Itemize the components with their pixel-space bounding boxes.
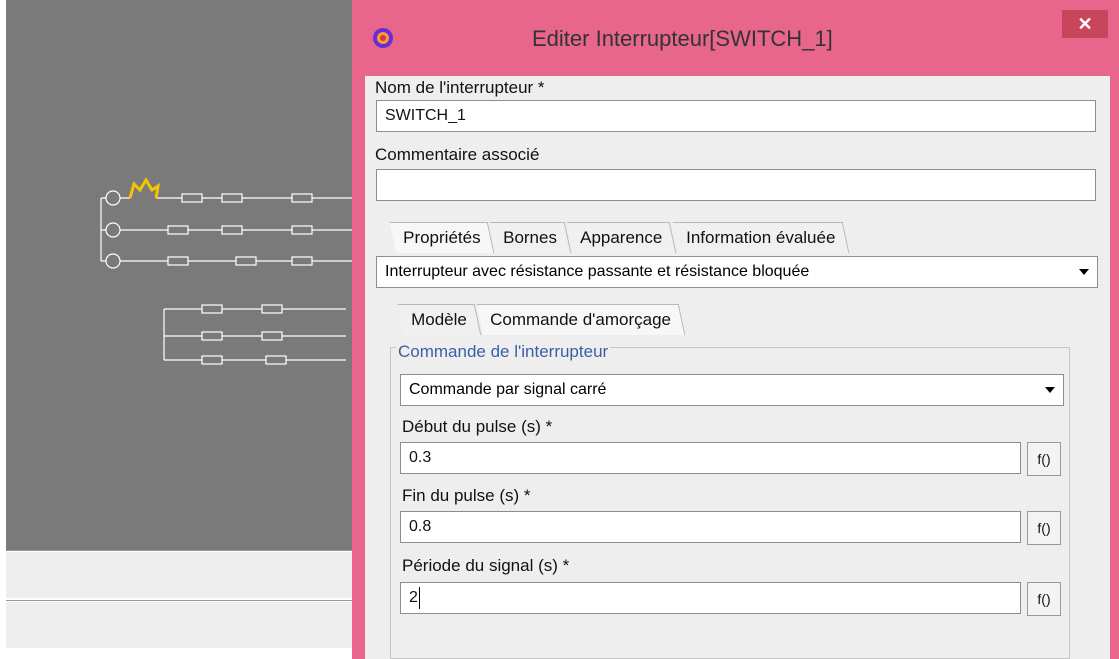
command-group-title: Commande de l'interrupteur	[396, 342, 611, 362]
tab-proprietes[interactable]: Propriétés	[389, 222, 495, 253]
tab-modele[interactable]: Modèle	[397, 304, 482, 335]
tab-bornes[interactable]: Bornes	[490, 222, 572, 253]
pulse-start-value: 0.3	[409, 449, 432, 466]
pulse-start-input[interactable]: 0.3	[400, 442, 1021, 474]
chevron-down-icon	[1079, 269, 1089, 275]
voltage-source-icon	[105, 190, 121, 206]
voltage-source-icon	[105, 222, 121, 238]
dialog-title: Editer Interrupteur[SWITCH_1]	[532, 26, 833, 51]
name-value: SWITCH_1	[385, 107, 466, 124]
tab-commande-amorcage[interactable]: Commande d'amorçage	[476, 304, 685, 335]
text-cursor	[418, 587, 420, 609]
switch-type-select[interactable]: Interrupteur avec résistance passante et…	[376, 256, 1098, 288]
pulse-start-label: Début du pulse (s) *	[402, 417, 553, 436]
circuit-canvas[interactable]	[6, 0, 352, 550]
comment-input[interactable]	[376, 169, 1096, 201]
edit-switch-dialog: Editer Interrupteur[SWITCH_1] ✕ Nom de l…	[352, 0, 1119, 659]
command-type-value: Commande par signal carré	[409, 381, 607, 398]
tab-apparence[interactable]: Apparence	[567, 222, 677, 253]
switch-highlight-icon	[128, 177, 161, 199]
voltage-source-icon	[105, 253, 121, 269]
switch-type-value: Interrupteur avec résistance passante et…	[385, 263, 810, 280]
circuit-diagram	[100, 177, 352, 365]
name-input[interactable]: SWITCH_1	[376, 100, 1096, 132]
name-label: Nom de l'interrupteur *	[375, 78, 545, 97]
tab-information-evaluee[interactable]: Information évaluée	[672, 222, 850, 253]
close-icon: ✕	[1077, 14, 1093, 34]
divider	[6, 600, 352, 601]
sub-tabs: Modèle Commande d'amorçage	[397, 304, 685, 335]
period-label: Période du signal (s) *	[402, 556, 570, 575]
pulse-start-function-button[interactable]: f()	[1027, 442, 1061, 476]
period-value: 2	[409, 589, 418, 606]
period-function-button[interactable]: f()	[1027, 582, 1061, 616]
command-type-select[interactable]: Commande par signal carré	[400, 374, 1064, 406]
divider	[6, 550, 352, 551]
background-app	[0, 0, 352, 659]
bottom-panel-1	[6, 552, 352, 598]
pulse-end-function-button[interactable]: f()	[1027, 511, 1061, 545]
period-input[interactable]: 2	[400, 582, 1021, 614]
comment-label: Commentaire associé	[375, 145, 540, 164]
app-logo-icon	[373, 28, 393, 48]
main-tabs: Propriétés Bornes Apparence Information …	[389, 222, 850, 253]
chevron-down-icon	[1045, 387, 1055, 393]
pulse-end-value: 0.8	[409, 518, 432, 535]
close-button[interactable]: ✕	[1062, 10, 1108, 38]
bottom-panel-2	[6, 602, 352, 648]
pulse-end-input[interactable]: 0.8	[400, 511, 1021, 543]
pulse-end-label: Fin du pulse (s) *	[402, 486, 531, 505]
dialog-content: Nom de l'interrupteur * SWITCH_1 Comment…	[365, 76, 1110, 659]
dialog-titlebar[interactable]: Editer Interrupteur[SWITCH_1] ✕	[352, 0, 1119, 76]
